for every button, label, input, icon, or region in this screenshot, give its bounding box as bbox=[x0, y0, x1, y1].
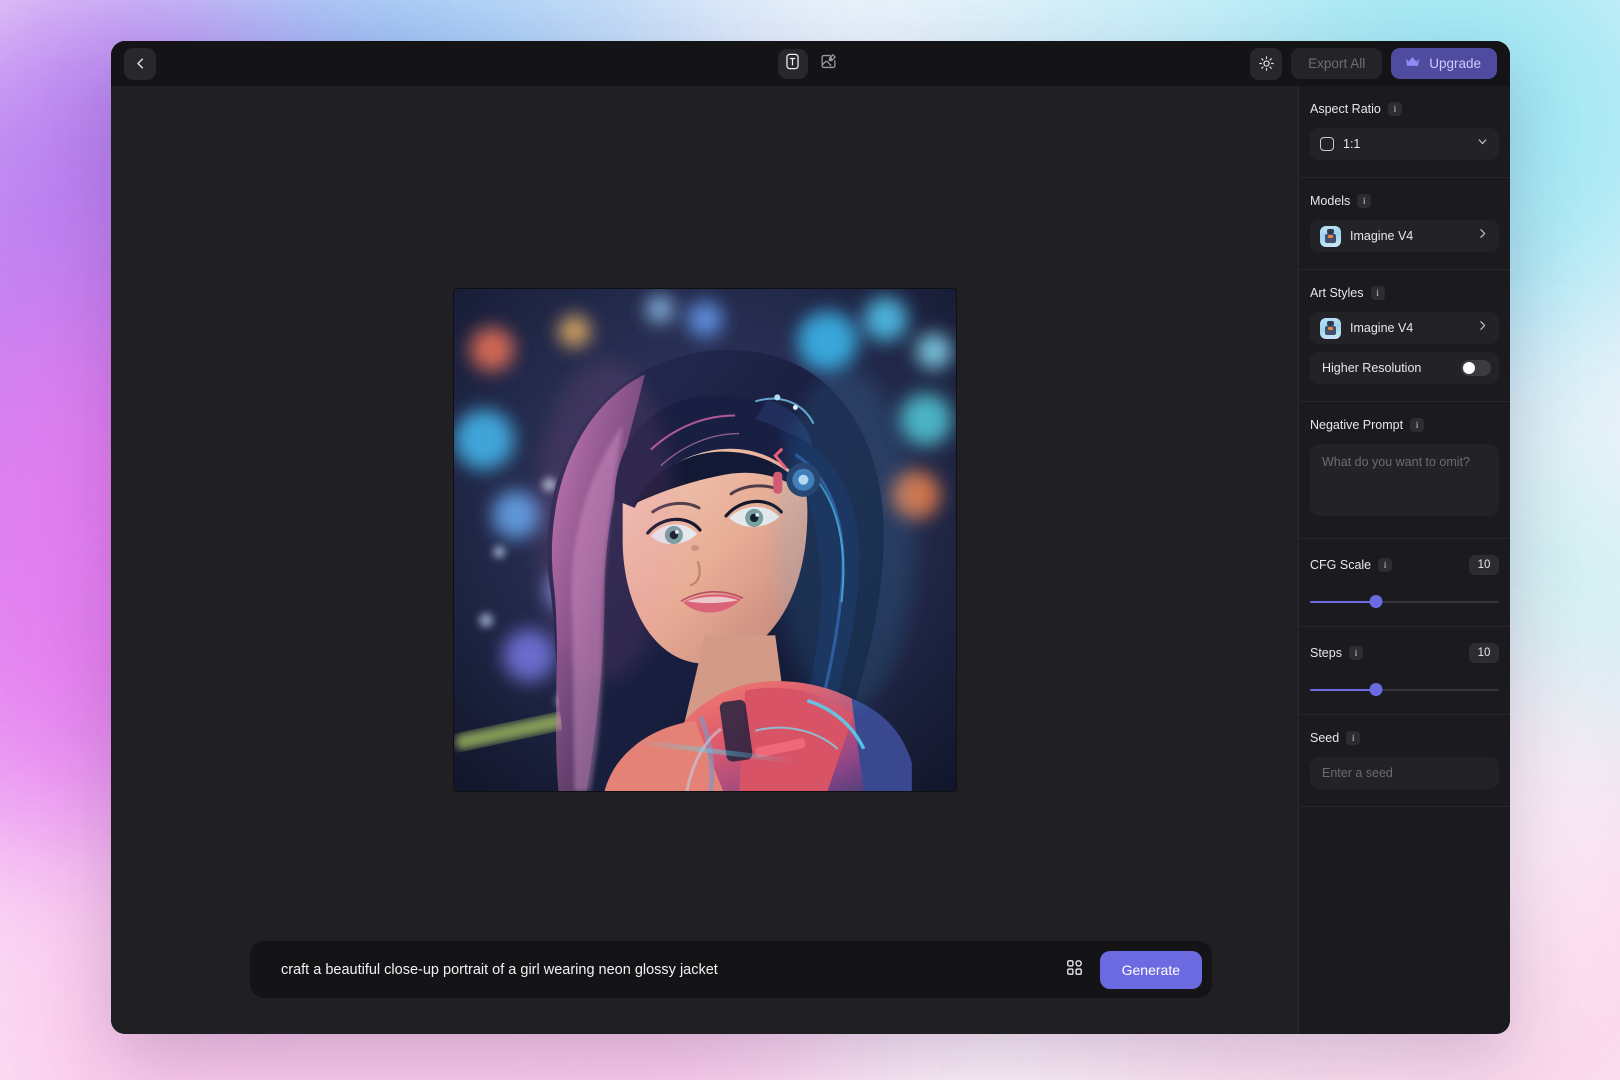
info-icon[interactable]: i bbox=[1378, 558, 1392, 572]
panel-models: Models i Imagine V4 bbox=[1299, 178, 1510, 270]
steps-value: 10 bbox=[1469, 643, 1499, 663]
steps-slider[interactable] bbox=[1310, 683, 1499, 697]
info-icon[interactable]: i bbox=[1410, 418, 1424, 432]
model-value: Imagine V4 bbox=[1350, 229, 1467, 243]
panel-header: CFG Scale i 10 bbox=[1310, 555, 1499, 575]
panel-header: Seed i bbox=[1310, 731, 1499, 745]
gallery-grid-button[interactable] bbox=[1056, 951, 1094, 989]
mode-tool-group bbox=[778, 49, 844, 79]
models-title: Models bbox=[1310, 194, 1350, 208]
brightness-icon bbox=[1258, 55, 1275, 72]
slider-handle[interactable] bbox=[1370, 595, 1383, 608]
panel-seed: Seed i bbox=[1299, 715, 1510, 807]
aspect-ratio-value: 1:1 bbox=[1343, 137, 1467, 151]
negative-prompt-input[interactable] bbox=[1310, 444, 1499, 516]
cfg-scale-slider[interactable] bbox=[1310, 595, 1499, 609]
info-icon[interactable]: i bbox=[1346, 731, 1360, 745]
generate-button[interactable]: Generate bbox=[1100, 951, 1202, 989]
aspect-ratio-select[interactable]: 1:1 bbox=[1310, 128, 1499, 160]
cfg-scale-value: 10 bbox=[1469, 555, 1499, 575]
info-icon[interactable]: i bbox=[1371, 286, 1385, 300]
art-style-value: Imagine V4 bbox=[1350, 321, 1467, 335]
grid-four-icon bbox=[1065, 958, 1084, 982]
square-ratio-icon bbox=[1320, 137, 1334, 151]
art-style-select[interactable]: Imagine V4 bbox=[1310, 312, 1499, 344]
desktop-backdrop: Export All Upgrade bbox=[0, 0, 1620, 1080]
app-body: Generate Aspect Ratio i 1:1 bbox=[111, 86, 1510, 1034]
crown-icon bbox=[1404, 55, 1421, 72]
model-thumbnail bbox=[1320, 226, 1341, 247]
info-icon[interactable]: i bbox=[1349, 646, 1363, 660]
panel-header: Aspect Ratio i bbox=[1310, 102, 1499, 116]
seed-title: Seed bbox=[1310, 731, 1339, 745]
slider-fill bbox=[1310, 601, 1376, 603]
upgrade-label: Upgrade bbox=[1429, 56, 1481, 71]
panel-aspect-ratio: Aspect Ratio i 1:1 bbox=[1299, 86, 1510, 178]
back-button[interactable] bbox=[124, 48, 156, 80]
panel-negative-prompt: Negative Prompt i bbox=[1299, 402, 1510, 539]
panel-header: Models i bbox=[1310, 194, 1499, 208]
model-select[interactable]: Imagine V4 bbox=[1310, 220, 1499, 252]
app-window: Export All Upgrade bbox=[111, 41, 1510, 1034]
higher-resolution-row[interactable]: Higher Resolution bbox=[1310, 352, 1499, 384]
settings-sidebar[interactable]: Aspect Ratio i 1:1 bbox=[1298, 86, 1510, 1034]
prompt-input[interactable] bbox=[281, 962, 1056, 978]
art-style-thumbnail bbox=[1320, 318, 1341, 339]
slider-handle[interactable] bbox=[1370, 683, 1383, 696]
prompt-bar: Generate bbox=[250, 941, 1212, 998]
aspect-ratio-title: Aspect Ratio bbox=[1310, 102, 1381, 116]
brightness-button[interactable] bbox=[1250, 48, 1282, 80]
image-edit-icon bbox=[819, 52, 838, 76]
export-all-button[interactable]: Export All bbox=[1291, 48, 1382, 79]
top-bar-actions: Export All Upgrade bbox=[1250, 48, 1497, 80]
tab-image-to-image[interactable] bbox=[814, 49, 844, 79]
cfg-scale-title: CFG Scale bbox=[1310, 558, 1371, 572]
steps-title: Steps bbox=[1310, 646, 1342, 660]
panel-cfg-scale: CFG Scale i 10 bbox=[1299, 539, 1510, 627]
toggle-knob bbox=[1463, 362, 1475, 374]
panel-art-styles: Art Styles i Imagine V4 bbox=[1299, 270, 1510, 402]
sidebar-spacer bbox=[1299, 807, 1510, 1034]
text-tool-icon bbox=[783, 52, 802, 76]
higher-resolution-label: Higher Resolution bbox=[1322, 361, 1461, 375]
art-styles-title: Art Styles bbox=[1310, 286, 1364, 300]
chevron-right-icon bbox=[1476, 227, 1489, 245]
seed-input[interactable] bbox=[1310, 757, 1499, 789]
generated-image[interactable] bbox=[454, 289, 956, 791]
info-icon[interactable]: i bbox=[1357, 194, 1371, 208]
higher-resolution-toggle[interactable] bbox=[1461, 360, 1491, 376]
top-bar: Export All Upgrade bbox=[111, 41, 1510, 86]
panel-header: Negative Prompt i bbox=[1310, 418, 1499, 432]
info-icon[interactable]: i bbox=[1388, 102, 1402, 116]
upgrade-button[interactable]: Upgrade bbox=[1391, 48, 1497, 79]
panel-header: Art Styles i bbox=[1310, 286, 1499, 300]
panel-header: Steps i 10 bbox=[1310, 643, 1499, 663]
negative-prompt-title: Negative Prompt bbox=[1310, 418, 1403, 432]
canvas-area: Generate bbox=[111, 86, 1298, 1034]
chevron-right-icon bbox=[1476, 319, 1489, 337]
generated-image-render bbox=[454, 289, 956, 791]
chevron-down-icon bbox=[1476, 135, 1489, 153]
chevron-left-icon bbox=[133, 56, 148, 71]
tab-text-to-image[interactable] bbox=[778, 49, 808, 79]
slider-fill bbox=[1310, 689, 1376, 691]
panel-steps: Steps i 10 bbox=[1299, 627, 1510, 715]
